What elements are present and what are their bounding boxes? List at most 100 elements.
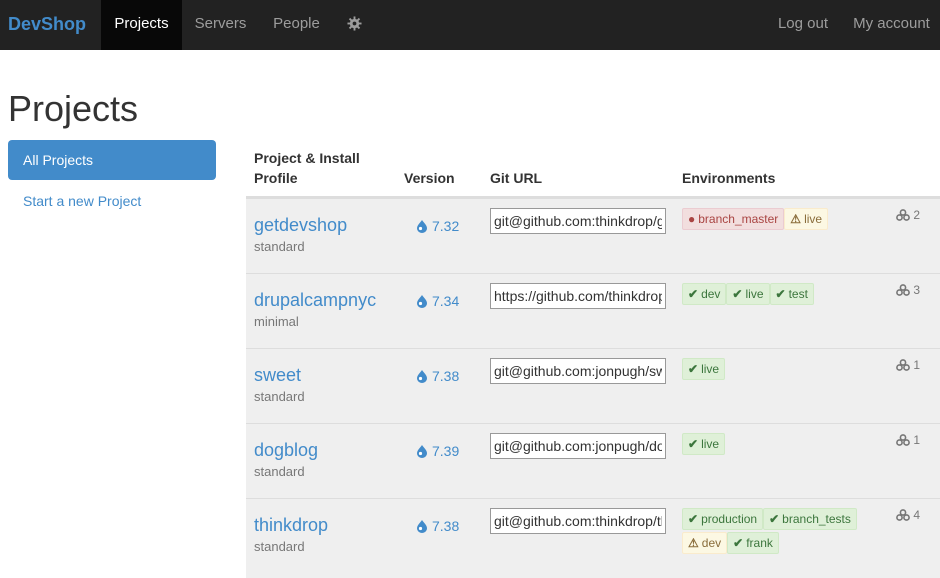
- environment-label: frank: [746, 536, 773, 550]
- servers-icon: [896, 208, 913, 222]
- version-label: 7.32: [432, 218, 460, 234]
- nav-people[interactable]: People: [259, 0, 334, 50]
- drupal-version-link[interactable]: 7.38: [416, 368, 459, 384]
- git-url-field[interactable]: [490, 208, 666, 234]
- server-count-value: 4: [913, 508, 920, 522]
- check-icon: ✔: [688, 437, 699, 451]
- install-profile: minimal: [254, 314, 299, 329]
- server-count: 4: [896, 508, 920, 522]
- drupal-version-link[interactable]: 7.38: [416, 518, 459, 534]
- server-count-value: 2: [913, 208, 920, 222]
- install-profile: standard: [254, 389, 305, 404]
- project-name-link[interactable]: drupalcampnyc: [254, 290, 376, 311]
- nav-servers[interactable]: Servers: [182, 0, 259, 50]
- install-profile: standard: [254, 539, 305, 554]
- git-url-field[interactable]: [490, 358, 666, 384]
- git-url-field[interactable]: [490, 508, 666, 534]
- environment-badge[interactable]: ● branch_master: [682, 208, 785, 230]
- environment-label: dev: [701, 287, 721, 301]
- environment-badge[interactable]: ✔ production: [682, 508, 764, 530]
- git-url-field[interactable]: [490, 433, 666, 459]
- drupal-drop-icon: [416, 518, 432, 534]
- check-icon: ✔: [732, 287, 743, 301]
- environment-badge[interactable]: ⚠ dev: [682, 532, 728, 554]
- project-name-link[interactable]: dogblog: [254, 440, 318, 461]
- environments-list: ✔ dev ✔ live ✔ test: [682, 283, 882, 307]
- drupal-drop-icon: [416, 293, 432, 309]
- brand-link[interactable]: DevShop: [8, 0, 86, 50]
- environment-badge[interactable]: ✔ dev: [682, 283, 727, 305]
- environment-label: live: [701, 362, 720, 376]
- environments-list: ● branch_master ⚠ live: [682, 208, 882, 232]
- header-git-url: Git URL: [490, 170, 543, 186]
- header-environments: Environments: [682, 170, 776, 186]
- page-title: Projects: [8, 88, 139, 129]
- drupal-drop-icon: [416, 443, 432, 459]
- warning-icon: ⚠: [688, 536, 699, 550]
- environment-badge[interactable]: ✔ test: [769, 283, 814, 305]
- servers-icon: [896, 283, 913, 297]
- environment-badge[interactable]: ✔ live: [682, 358, 726, 380]
- servers-icon: [896, 358, 913, 372]
- table-row: getdevshopstandard7.32●branch_master⚠liv…: [246, 198, 940, 273]
- server-count: 3: [896, 283, 920, 297]
- drupal-drop-icon: [416, 368, 432, 384]
- gear-icon[interactable]: [347, 16, 362, 31]
- server-count: 1: [896, 358, 920, 372]
- check-icon: ✔: [688, 287, 699, 301]
- server-count-value: 1: [913, 358, 920, 372]
- project-name-link[interactable]: thinkdrop: [254, 515, 328, 536]
- error-icon: ●: [688, 212, 696, 226]
- check-icon: ✔: [769, 512, 780, 526]
- warning-icon: ⚠: [790, 212, 802, 226]
- environment-label: production: [701, 512, 758, 526]
- header-project-line2: Profile: [254, 170, 298, 186]
- sidebar-item-all-projects[interactable]: All Projects: [8, 140, 216, 180]
- nav-projects[interactable]: Projects: [101, 0, 182, 50]
- project-name-link[interactable]: getdevshop: [254, 215, 347, 236]
- table-row: drupalcampnycminimal7.34✔dev✔live✔test3: [246, 273, 940, 348]
- top-navbar: DevShop Projects Servers People Log out …: [0, 0, 940, 50]
- server-count: 1: [896, 433, 920, 447]
- environment-label: live: [701, 437, 720, 451]
- header-version: Version: [404, 170, 455, 186]
- table-row: sweet standard 7.38 ✔live 1: [246, 348, 940, 423]
- header-project: Project & Install Profile: [254, 148, 360, 188]
- environment-badge[interactable]: ✔ frank: [727, 532, 779, 554]
- server-count-value: 1: [913, 433, 920, 447]
- project-name-link[interactable]: sweet: [254, 365, 301, 386]
- servers-icon: [896, 508, 913, 522]
- servers-icon: [896, 433, 913, 447]
- drupal-version-link[interactable]: 7.39: [416, 443, 459, 459]
- drupal-version-link[interactable]: 7.34: [416, 293, 459, 309]
- environment-badge[interactable]: ✔ live: [682, 433, 726, 455]
- sidebar-item-start-new-project[interactable]: Start a new Project: [23, 193, 141, 209]
- environment-label: dev: [701, 536, 722, 550]
- environment-label: branch_master: [698, 212, 779, 226]
- environments-list: ✔ production ✔ branch_tests⚠ dev ✔ frank: [682, 508, 882, 556]
- server-count: 2: [896, 208, 920, 222]
- version-label: 7.38: [432, 368, 460, 384]
- version-label: 7.39: [432, 443, 460, 459]
- version-label: 7.34: [432, 293, 460, 309]
- nav-logout[interactable]: Log out: [765, 0, 841, 50]
- drupal-drop-icon: [416, 218, 432, 234]
- check-icon: ✔: [688, 362, 699, 376]
- git-url-field[interactable]: [490, 283, 666, 309]
- drupal-version-link[interactable]: 7.32: [416, 218, 459, 234]
- environments-list: ✔ live: [682, 433, 882, 457]
- environment-label: test: [788, 287, 808, 301]
- environment-label: live: [804, 212, 823, 226]
- environment-badge[interactable]: ✔ live: [726, 283, 770, 305]
- environment-label: live: [745, 287, 764, 301]
- version-label: 7.38: [432, 518, 460, 534]
- check-icon: ✔: [733, 536, 744, 550]
- table-row: thinkdropstandard7.38✔production✔branch_…: [246, 498, 940, 578]
- nav-my-account[interactable]: My account: [843, 0, 940, 50]
- check-icon: ✔: [688, 512, 699, 526]
- environment-badge[interactable]: ✔ branch_tests: [763, 508, 857, 530]
- table-row: dogblog standard 7.39 ✔live 1: [246, 423, 940, 498]
- environment-badge[interactable]: ⚠ live: [784, 208, 829, 230]
- check-icon: ✔: [775, 287, 786, 301]
- environment-label: branch_tests: [782, 512, 851, 526]
